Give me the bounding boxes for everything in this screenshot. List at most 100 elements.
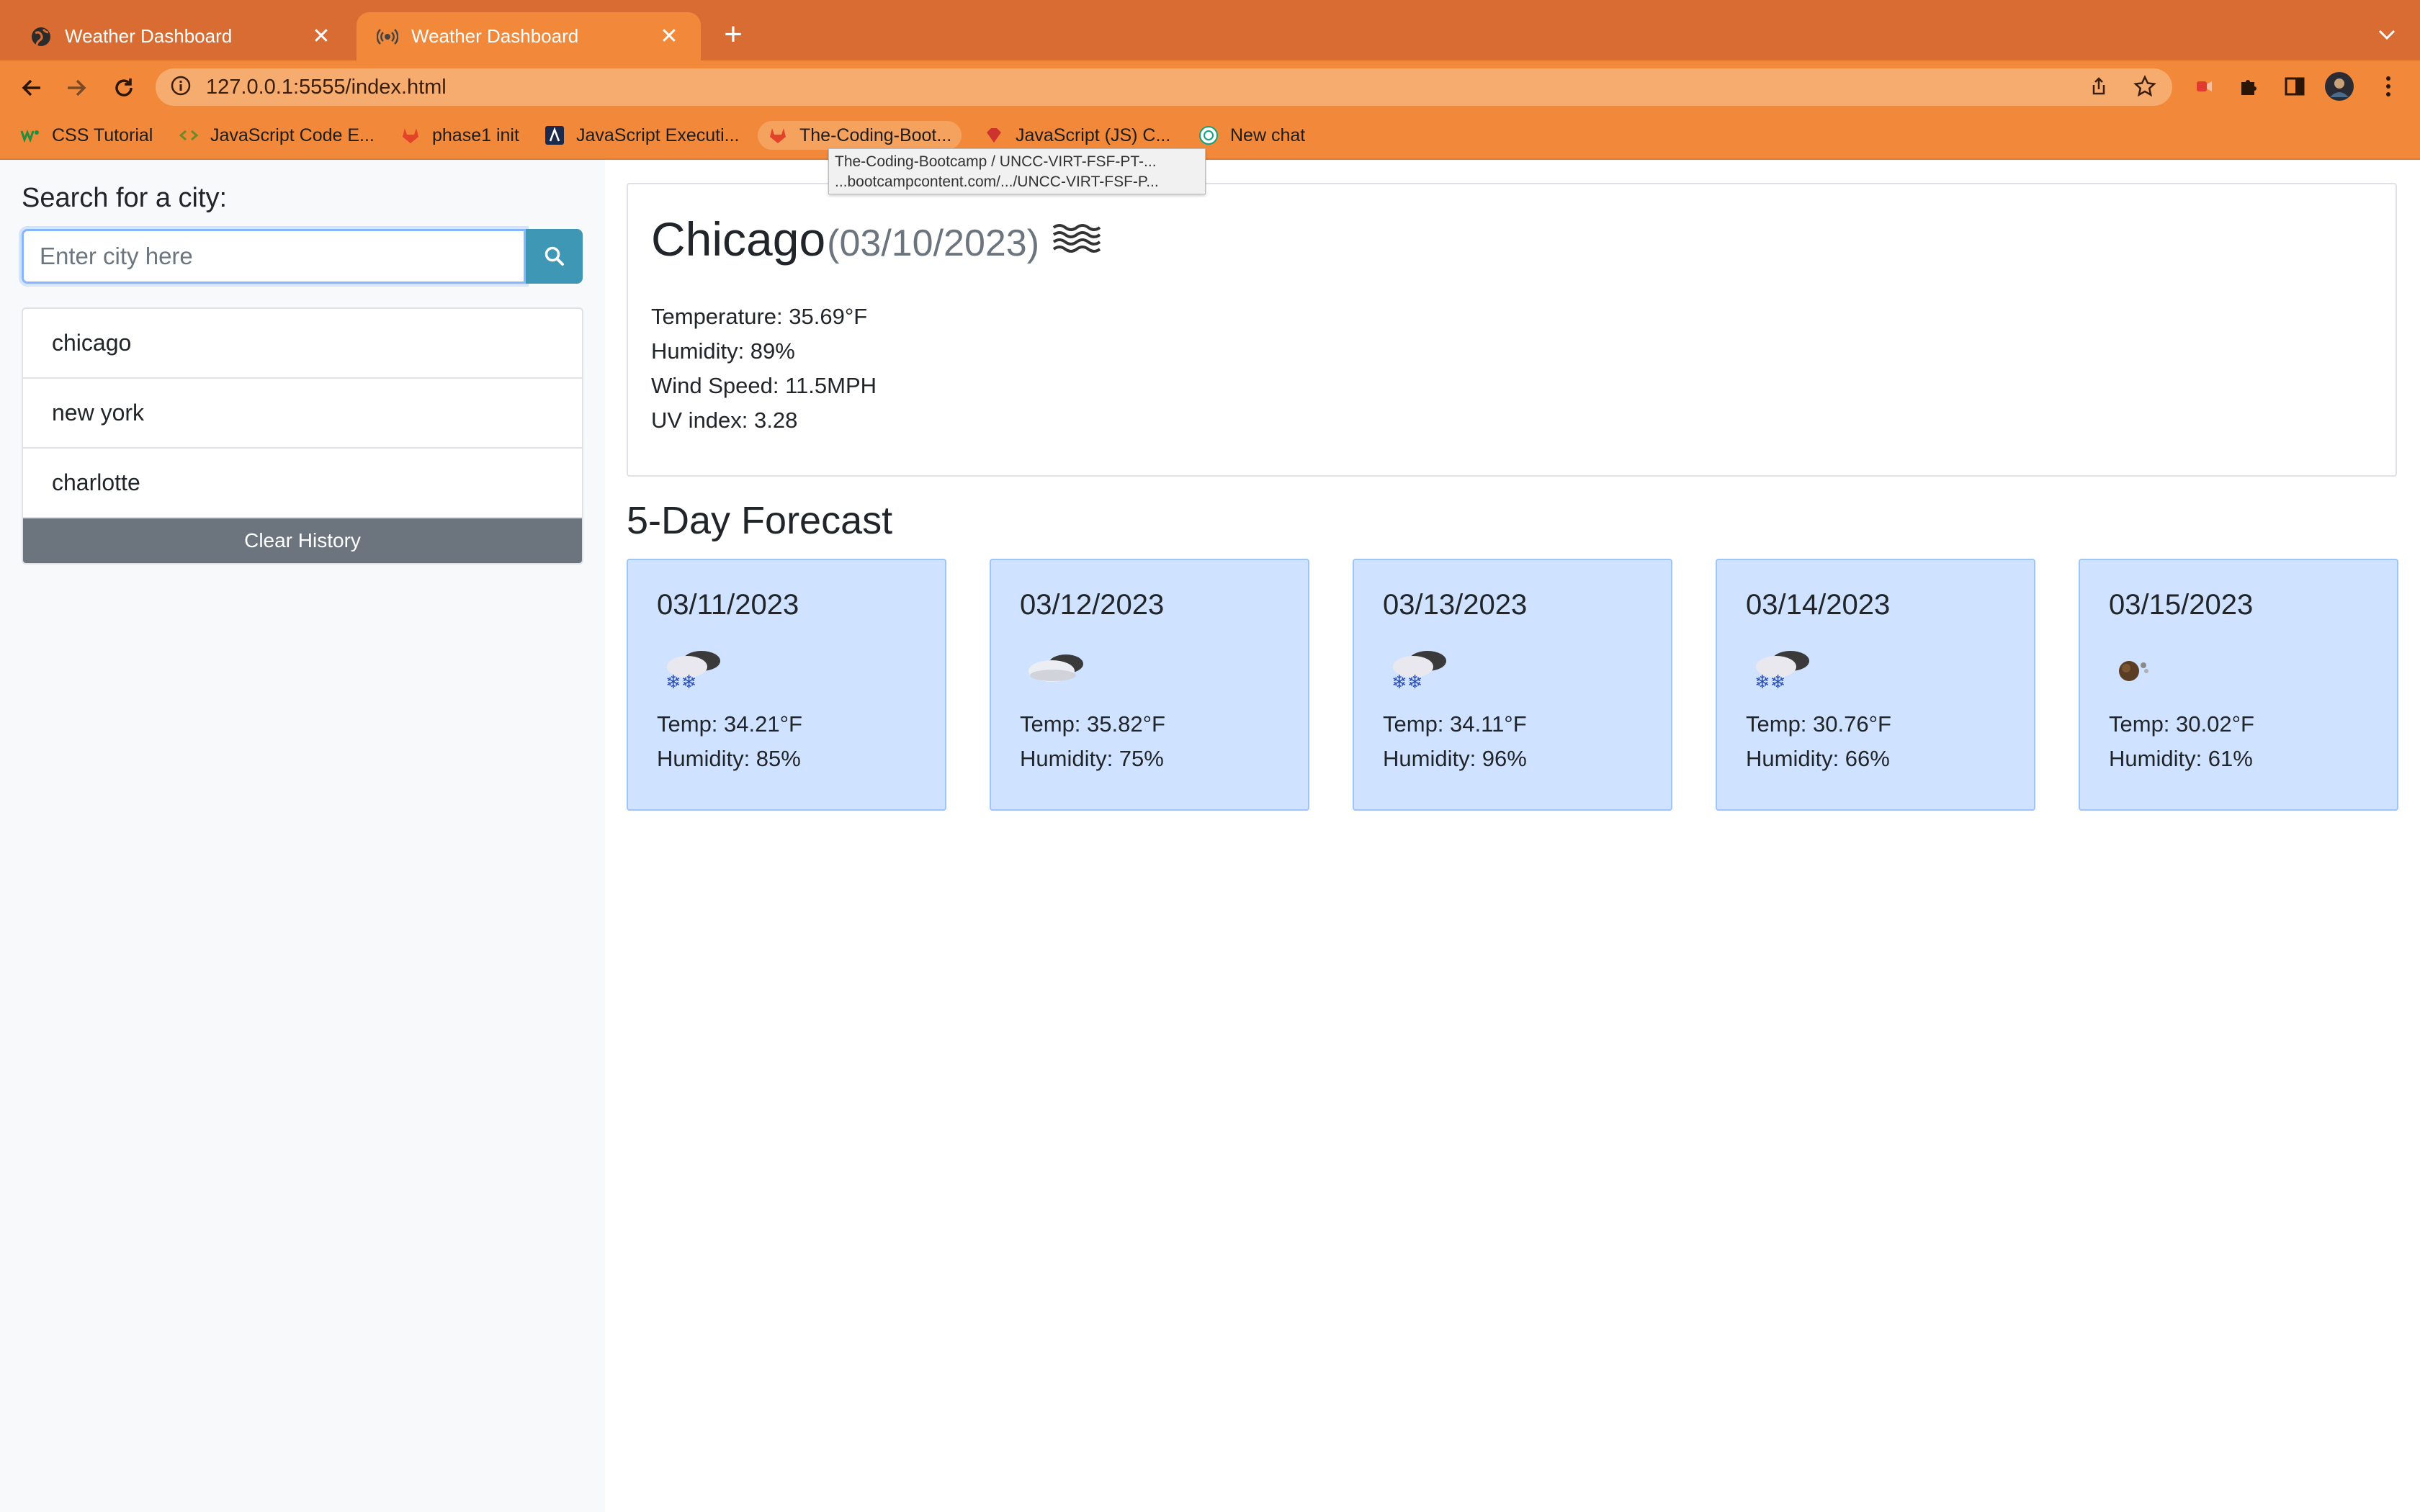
broadcast-icon	[377, 26, 398, 48]
city-name: Chicago	[651, 212, 826, 266]
forecast-card: 03/14/2023 ❄❄ Temp: 30.76°F Humidity: 66…	[1716, 559, 2035, 811]
svg-text:❄❄: ❄❄	[1392, 672, 1423, 693]
main-content: Chicago (03/10/2023) Temperature: 35.69°…	[605, 160, 2420, 1512]
profile-avatar[interactable]	[2323, 71, 2355, 102]
city-search-input[interactable]	[22, 229, 526, 284]
current-date: (03/10/2023)	[827, 222, 1040, 264]
gitlab-icon	[768, 125, 788, 145]
tab-title: Weather Dashboard	[411, 25, 579, 47]
search-icon	[544, 246, 564, 266]
cloud-icon	[1021, 645, 1090, 696]
close-tab-icon[interactable]: ✕	[310, 24, 333, 48]
bookmark-label: JavaScript (JS) C...	[1016, 125, 1171, 145]
share-icon[interactable]	[2081, 69, 2116, 104]
forecast-card: 03/13/2023 ❄❄ Temp: 34.11°F Humidity: 96…	[1353, 559, 1672, 811]
moon-cloud-icon	[2110, 645, 2179, 696]
w3-icon	[20, 125, 40, 145]
more-menu-icon[interactable]	[2372, 71, 2404, 102]
forecast-temp: Temp: 34.11°F	[1383, 711, 1527, 737]
bookmark-javascript-code[interactable]: JavaScript Code E...	[179, 121, 375, 150]
tooltip-line: ...bootcampcontent.com/.../UNCC-VIRT-FSF…	[835, 174, 1159, 190]
forecast-cards: 03/11/2023 ❄❄ Temp: 34.21°F Humidity: 85…	[627, 559, 2398, 811]
bookmark-css-tutorial[interactable]: CSS Tutorial	[20, 121, 153, 150]
chevron-down-icon[interactable]	[2374, 22, 2400, 48]
new-tab-icon[interactable]: +	[719, 19, 748, 50]
bookmark-label: The-Coding-Boot...	[799, 125, 952, 145]
bookmark-coding-bootcamp[interactable]: The-Coding-Boot...	[758, 121, 962, 150]
bookmark-label: CSS Tutorial	[52, 125, 153, 145]
tab-strip: Weather Dashboard ✕ Weather Dashboard ✕ …	[0, 0, 2420, 60]
side-panel-icon[interactable]	[2279, 71, 2311, 102]
forecast-humidity: Humidity: 85%	[657, 746, 801, 771]
browser-tab-1[interactable]: Weather Dashboard ✕	[10, 12, 353, 60]
sidebar: Search for a city: chicago new york char…	[0, 160, 605, 1512]
forecast-card: 03/15/2023 Temp: 30.02°F Humidity: 61%	[2079, 559, 2398, 811]
globe-icon	[30, 26, 52, 48]
tab-title: Weather Dashboard	[65, 25, 233, 47]
uv-index: UV index: 3.28	[651, 408, 798, 433]
bookmark-new-chat[interactable]: New chat	[1198, 121, 1305, 150]
forecast-temp: Temp: 30.76°F	[1746, 711, 1891, 737]
forecast-temp: Temp: 35.82°F	[1020, 711, 1165, 737]
current-stats: Temperature: 35.69°F Humidity: 89% Wind …	[651, 300, 877, 438]
forecast-temp: Temp: 30.02°F	[2109, 711, 2254, 737]
bookmark-javascript-execution[interactable]: JavaScript Executi...	[544, 121, 739, 150]
svg-text:❄❄: ❄❄	[666, 672, 697, 693]
forecast-humidity: Humidity: 75%	[1020, 746, 1164, 771]
history-item[interactable]: new york	[23, 379, 582, 449]
bookmark-label: phase1 init	[432, 125, 519, 145]
gem-icon	[984, 125, 1004, 145]
current-weather-card: Chicago (03/10/2023) Temperature: 35.69°…	[627, 183, 2397, 477]
snow-cloud-icon: ❄❄	[658, 645, 727, 696]
mist-icon	[1049, 219, 1106, 259]
bookmark-tooltip: The-Coding-Bootcamp / UNCC-VIRT-FSF-PT-.…	[828, 148, 1206, 194]
forecast-date: 03/12/2023	[1020, 589, 1165, 621]
bookmark-star-icon[interactable]	[2128, 69, 2162, 104]
puzzle-icon[interactable]	[2233, 71, 2264, 102]
browser-tab-2[interactable]: Weather Dashboard ✕	[357, 12, 701, 60]
snow-cloud-icon: ❄❄	[1384, 645, 1453, 696]
bookmarks-bar: CSS Tutorial JavaScript Code E... phase1…	[0, 112, 2420, 160]
forecast-card: 03/12/2023 Temp: 35.82°F Humidity: 75%	[990, 559, 1309, 811]
snow-cloud-icon: ❄❄	[1747, 645, 1816, 696]
forecast-date: 03/11/2023	[657, 589, 799, 621]
temperature: Temperature: 35.69°F	[651, 304, 868, 329]
search-label: Search for a city:	[22, 183, 228, 213]
code-icon	[179, 125, 199, 145]
browser-toolbar: 127.0.0.1:5555/index.html	[0, 60, 2420, 112]
wind-speed: Wind Speed: 11.5MPH	[651, 373, 877, 398]
info-icon[interactable]	[170, 75, 192, 100]
back-arrow-icon[interactable]	[17, 73, 46, 102]
address-bar[interactable]: 127.0.0.1:5555/index.html	[156, 68, 2172, 106]
forecast-date: 03/14/2023	[1746, 589, 1891, 621]
history-item[interactable]: charlotte	[23, 449, 582, 518]
search-button[interactable]	[526, 229, 583, 284]
chatgpt-icon	[1198, 125, 1219, 145]
bookmark-label: JavaScript Executi...	[576, 125, 740, 145]
forecast-date: 03/15/2023	[2109, 589, 2254, 621]
close-tab-icon[interactable]: ✕	[658, 24, 681, 48]
humidity: Humidity: 89%	[651, 338, 795, 364]
forward-arrow-icon[interactable]	[62, 73, 91, 102]
clear-history-button[interactable]: Clear History	[23, 518, 582, 563]
forecast-title: 5-Day Forecast	[627, 499, 893, 542]
gitlab-icon	[400, 125, 421, 145]
reload-icon[interactable]	[109, 73, 138, 102]
search-history-list: chicago new york charlotte Clear History	[22, 307, 583, 564]
extension-red-icon[interactable]	[2188, 71, 2220, 102]
tooltip-line: The-Coding-Bootcamp / UNCC-VIRT-FSF-PT-.…	[835, 153, 1157, 170]
forecast-humidity: Humidity: 96%	[1383, 746, 1527, 771]
svg-text:❄❄: ❄❄	[1754, 672, 1786, 693]
url-text: 127.0.0.1:5555/index.html	[206, 75, 447, 99]
lambda-icon	[544, 125, 565, 145]
forecast-humidity: Humidity: 66%	[1746, 746, 1890, 771]
bookmark-phase1-init[interactable]: phase1 init	[400, 121, 519, 150]
forecast-date: 03/13/2023	[1383, 589, 1528, 621]
forecast-card: 03/11/2023 ❄❄ Temp: 34.21°F Humidity: 85…	[627, 559, 946, 811]
bookmark-label: New chat	[1230, 125, 1306, 145]
bookmark-label: JavaScript Code E...	[210, 125, 375, 145]
bookmark-javascript-js[interactable]: JavaScript (JS) C...	[984, 121, 1170, 150]
forecast-temp: Temp: 34.21°F	[657, 711, 802, 737]
history-item[interactable]: chicago	[23, 309, 582, 379]
city-heading: Chicago (03/10/2023)	[651, 212, 1106, 266]
